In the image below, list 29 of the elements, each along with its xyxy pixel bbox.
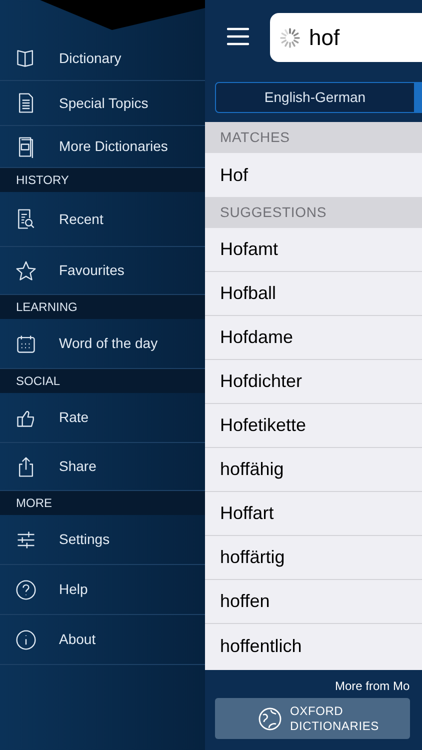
section-header: SUGGESTIONS	[205, 197, 422, 228]
word-entry[interactable]: hoffen	[220, 588, 270, 615]
spinner-icon	[280, 28, 300, 48]
word-entry[interactable]: Hoffart	[220, 500, 274, 527]
document-search-icon	[15, 207, 37, 231]
menu-icon[interactable]	[227, 27, 249, 46]
search-text: hof	[309, 24, 340, 52]
section-header: HISTORY	[0, 168, 205, 192]
section-header: SOCIAL	[0, 369, 205, 393]
word-entry[interactable]: Hofetikette	[220, 412, 306, 439]
word-entry[interactable]: hoffentlich	[220, 632, 302, 660]
section-header: LEARNING	[0, 295, 205, 319]
word-entry[interactable]: Hofamt	[220, 236, 278, 263]
more-from-text: More from Mo	[335, 678, 410, 695]
oxford-dictionaries-button[interactable]: OXFORD DICTIONARIES	[215, 698, 410, 739]
word-entry[interactable]: hoffärtig	[220, 544, 285, 571]
section-header: MORE	[0, 491, 205, 515]
section-header: MATCHES	[205, 122, 422, 153]
language-tab[interactable]: English-German	[215, 82, 415, 113]
word-entry[interactable]: Hofdame	[220, 324, 294, 351]
word-entry[interactable]: Hofdichter	[220, 368, 302, 395]
star-icon	[15, 258, 37, 282]
info-icon	[15, 628, 37, 652]
word-entry[interactable]: Hofball	[220, 280, 276, 307]
word-entry[interactable]: Hof	[220, 162, 248, 188]
search-field[interactable]: hof	[270, 13, 422, 62]
globe-icon	[258, 706, 282, 730]
word-entry[interactable]: hoffähig	[220, 456, 284, 483]
help-icon	[15, 578, 37, 602]
